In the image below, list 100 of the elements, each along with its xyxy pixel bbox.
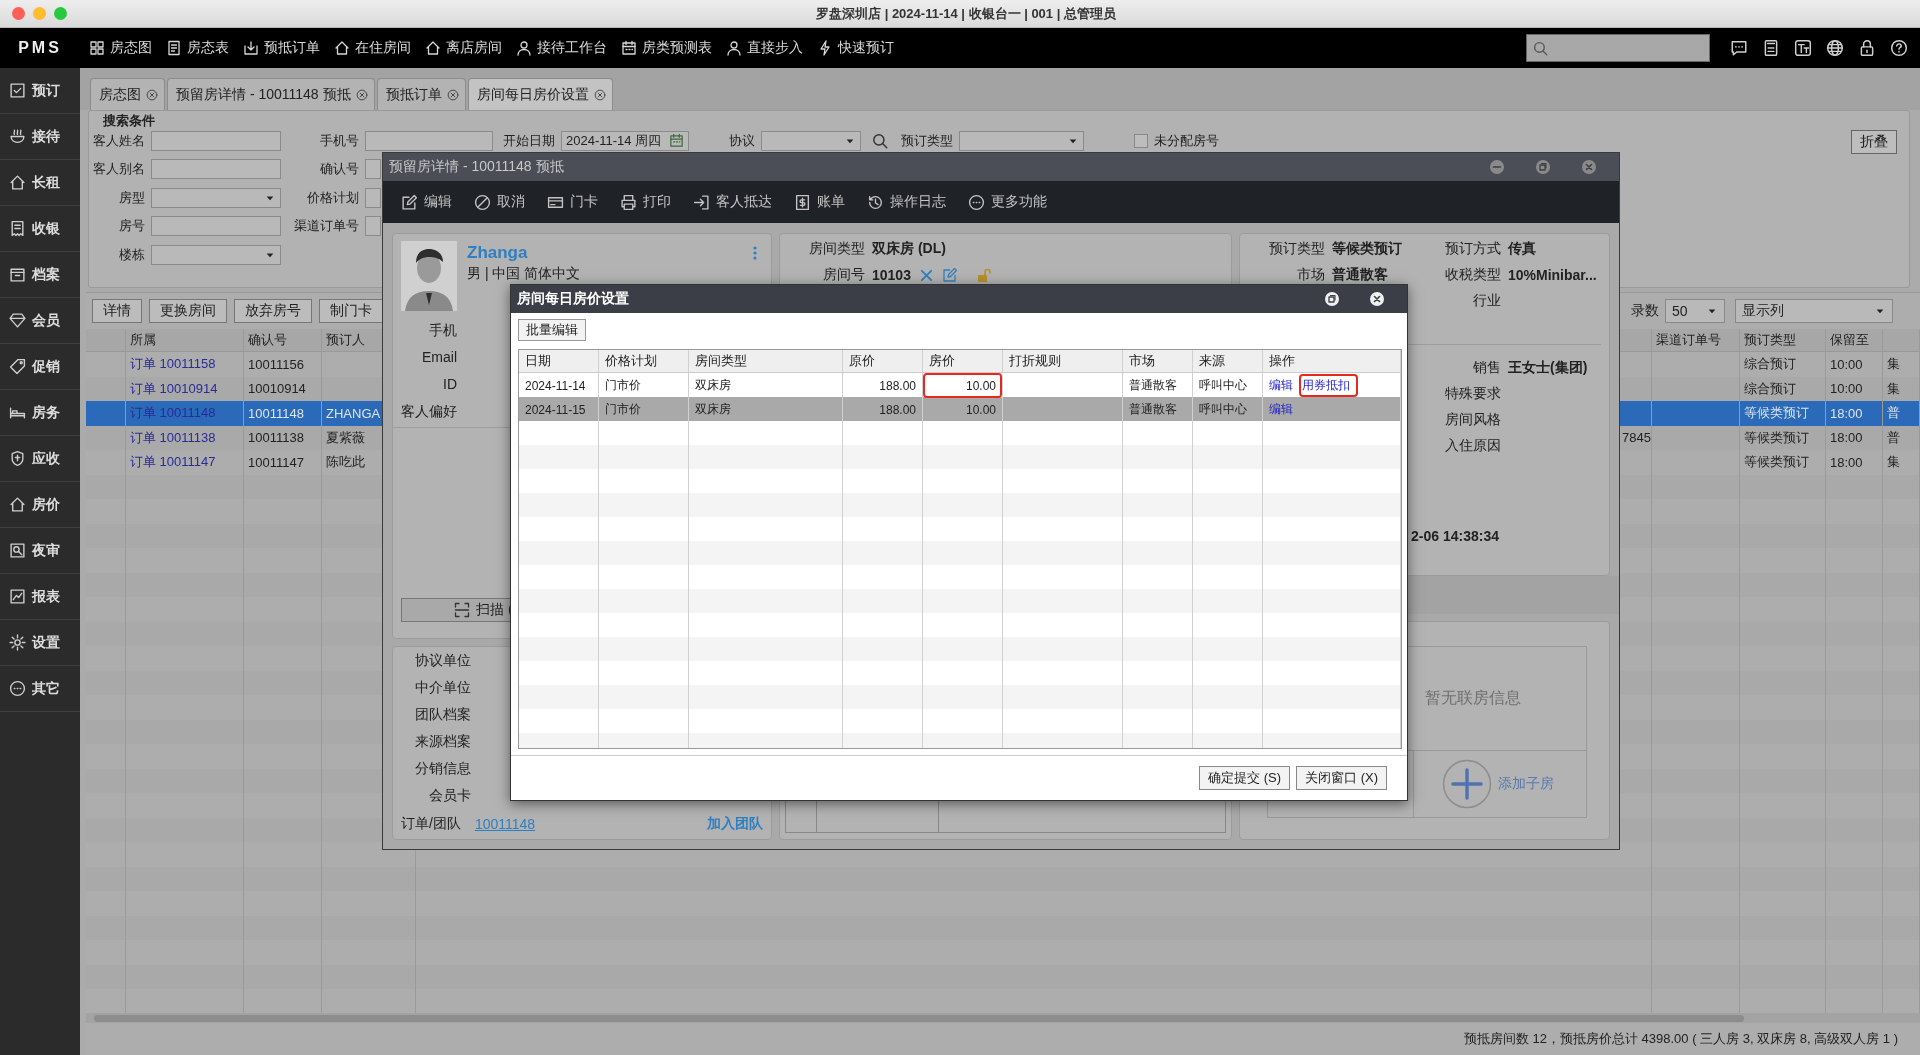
document-icon — [166, 40, 182, 56]
edit-icon[interactable] — [941, 267, 958, 283]
dialog-button[interactable]: 关闭窗口 (X) — [1296, 766, 1387, 790]
nav-item[interactable]: 在住房间 — [334, 39, 411, 57]
column-header: 来源 — [1193, 350, 1263, 372]
horizontal-scrollbar[interactable] — [94, 1014, 1744, 1022]
toolbar-button[interactable]: 更换房间 — [149, 299, 227, 323]
nav-item[interactable]: 直接步入 — [726, 39, 803, 57]
text-field[interactable] — [151, 216, 281, 236]
unlocked-padlock-icon[interactable] — [975, 267, 992, 283]
text-field[interactable] — [151, 159, 281, 179]
field-label: 协议 — [729, 131, 755, 150]
chat-icon[interactable] — [1730, 39, 1748, 57]
close-icon[interactable] — [1369, 291, 1385, 307]
close-icon[interactable] — [446, 88, 459, 101]
close-icon[interactable] — [593, 88, 606, 101]
zoom-button[interactable] — [54, 7, 67, 20]
house-icon — [425, 40, 441, 56]
text-size-icon[interactable] — [1794, 39, 1812, 57]
order-link[interactable]: 订单 10011158 — [126, 352, 244, 377]
order-link[interactable]: 订单 10011147 — [126, 450, 244, 475]
globe-icon[interactable] — [1826, 39, 1844, 57]
toolbar-button[interactable]: 更多功能 — [968, 193, 1047, 211]
table-cell: 集 — [1883, 352, 1920, 377]
help-icon[interactable] — [1890, 39, 1908, 57]
toolbar-button[interactable]: 编辑 — [401, 193, 452, 211]
dropdown[interactable] — [151, 244, 281, 265]
text-field[interactable] — [365, 216, 381, 236]
search-field[interactable] — [1526, 34, 1710, 62]
nav-item[interactable]: 预抵订单 — [243, 39, 320, 57]
dropdown[interactable] — [151, 187, 281, 208]
date-field[interactable]: 2024-11-14 周四 — [561, 130, 689, 151]
dropdown[interactable] — [761, 130, 861, 151]
text-field[interactable] — [151, 130, 281, 151]
table-cell: 10011148 — [244, 401, 322, 426]
action-link[interactable]: 编辑 — [1267, 397, 1295, 422]
close-icon[interactable] — [355, 88, 368, 101]
search-icon[interactable] — [871, 131, 889, 150]
column-header: 日期 — [519, 350, 599, 372]
field-label: 楼栋 — [118, 245, 145, 264]
toolbar-button[interactable]: 门卡 — [547, 193, 598, 211]
toolbar-button[interactable]: 取消 — [474, 193, 525, 211]
toolbar-button[interactable]: 账单 — [794, 193, 845, 211]
text-field[interactable] — [365, 130, 493, 151]
toolbar-button[interactable]: 详情 — [92, 299, 142, 323]
chart-icon — [9, 588, 26, 605]
empty-message: 暂无联房信息 — [1425, 688, 1521, 708]
tab[interactable]: 房态图 — [90, 78, 165, 110]
lock-icon[interactable] — [1858, 39, 1876, 57]
columns-dropdown[interactable]: 显示列 — [1735, 299, 1893, 323]
action-link[interactable]: 用券抵扣 — [1299, 374, 1358, 397]
page-size-dropdown[interactable]: 50 — [1665, 299, 1725, 323]
toolbar-button[interactable]: 放弃房号 — [234, 299, 312, 323]
dialog-button[interactable]: 确定提交 (S) — [1199, 766, 1291, 790]
column-header: 保留至 — [1826, 329, 1883, 351]
toolbar-button[interactable]: 操作日志 — [867, 193, 946, 211]
table-cell: 综合预订 — [1740, 352, 1826, 377]
tab[interactable]: 预留房详情 - 10011148 预抵 — [167, 78, 375, 110]
collapse-button[interactable]: 折叠 — [1851, 130, 1897, 154]
text-field[interactable] — [365, 159, 381, 179]
field-label: 手机号 — [319, 131, 359, 150]
close-button[interactable] — [12, 7, 25, 20]
table-row[interactable]: 2024-11-15 门市价 双床房 188.00 10.00 普通散客 呼叫中心 编辑 — [519, 397, 1401, 421]
dialog-title: 房间每日房价设置 — [517, 290, 629, 308]
checkbox[interactable] — [1134, 133, 1148, 148]
toolbar-button[interactable]: 制门卡 — [319, 299, 383, 323]
nav-item[interactable]: 离店房间 — [425, 39, 502, 57]
history-icon — [867, 193, 884, 211]
field-value: 普通散客 — [1332, 266, 1389, 284]
column-header: 市场 — [1123, 350, 1193, 372]
nav-item[interactable]: 房态图 — [89, 39, 152, 57]
dropdown[interactable] — [959, 130, 1084, 151]
tab[interactable]: 房间每日房价设置 — [467, 78, 613, 110]
order-link[interactable]: 订单 10011138 — [126, 425, 244, 450]
nav-item[interactable]: 接待工作台 — [516, 39, 607, 57]
action-link[interactable]: 编辑 — [1267, 373, 1295, 398]
tab[interactable]: 预抵订单 — [376, 78, 466, 110]
nav-item[interactable]: 房类预测表 — [621, 39, 712, 57]
table-cell: 普 — [1883, 425, 1920, 450]
nav-item[interactable]: 房态表 — [166, 39, 229, 57]
house-icon — [9, 174, 26, 191]
field-label: Email — [421, 348, 457, 367]
restore-icon[interactable] — [1324, 291, 1340, 307]
dialog-title: 预留房详情 - 10011148 预抵 — [389, 158, 564, 176]
field-label: 市场 — [1296, 266, 1325, 284]
nav-item[interactable]: 快速预订 — [817, 39, 894, 57]
checkbox-icon — [9, 82, 26, 99]
field-label: 预订方式 — [1444, 240, 1501, 258]
batch-edit-button[interactable]: 批量编辑 — [518, 319, 586, 341]
close-icon[interactable] — [146, 88, 158, 101]
toolbar-button[interactable]: 打印 — [620, 193, 671, 211]
field-value: 10103 — [872, 267, 911, 283]
minimize-icon[interactable] — [1489, 159, 1505, 175]
calendar-icon — [669, 133, 684, 148]
receipt-icon — [9, 220, 26, 237]
minimize-button[interactable] — [33, 7, 46, 20]
x-mark-icon[interactable] — [918, 267, 934, 283]
text-field[interactable] — [365, 187, 381, 208]
toolbar-button[interactable]: 客人抵达 — [693, 193, 772, 211]
tray-arrow-icon — [243, 40, 259, 56]
